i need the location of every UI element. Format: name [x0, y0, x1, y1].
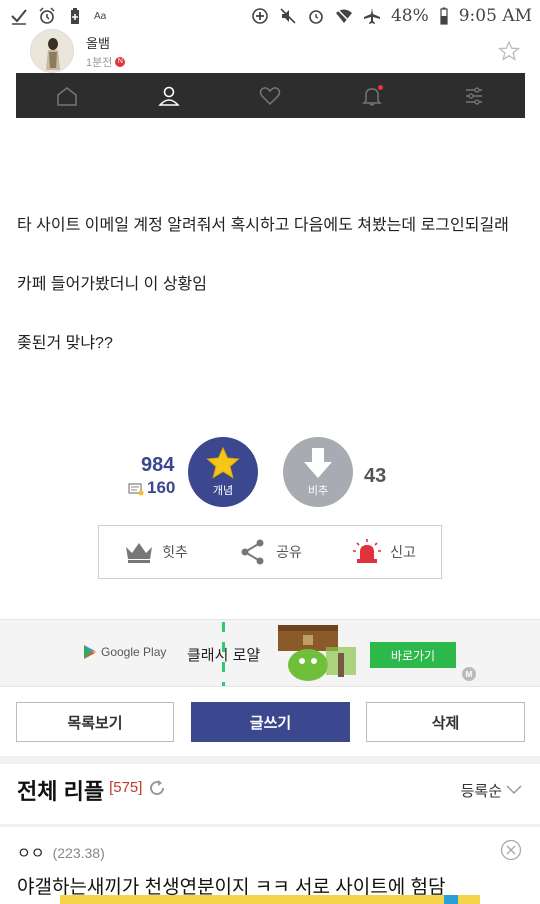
wifi-off-icon: [335, 7, 353, 25]
section-divider: [0, 756, 540, 764]
list-button[interactable]: 목록보기: [16, 702, 174, 742]
write-button[interactable]: 글쓰기: [191, 702, 350, 742]
delete-button[interactable]: 삭제: [366, 702, 525, 742]
google-play-icon: [84, 645, 97, 659]
post-actions: 힛추 공유 신고: [98, 525, 442, 579]
close-icon[interactable]: [500, 839, 522, 861]
share-icon: [241, 539, 264, 565]
avatar[interactable]: [30, 29, 74, 73]
post-time-label: 1분전: [86, 56, 113, 69]
reply-count: [575]: [109, 778, 143, 796]
upvote-label: 개념: [212, 485, 234, 497]
home-icon[interactable]: [55, 84, 79, 108]
post-paragraph: 좆된거 맞냐??: [17, 335, 113, 352]
hit-button[interactable]: 힛추: [124, 539, 188, 565]
alarm-icon: [38, 7, 56, 25]
ad-mark-icon[interactable]: M: [462, 667, 476, 681]
google-play-label: Google Play: [101, 645, 167, 659]
section-divider: [0, 824, 540, 827]
siren-icon: [353, 539, 382, 563]
notification-dot: [378, 84, 384, 90]
heart-icon[interactable]: [258, 84, 282, 108]
ad-info-icon[interactable]: [444, 895, 458, 904]
author-name[interactable]: 올뱀: [86, 33, 125, 52]
author-row: 올뱀 1분전 N: [30, 29, 520, 73]
refresh-icon[interactable]: [148, 779, 166, 797]
ad-game-art: [268, 623, 364, 685]
nav-bar: [16, 73, 525, 118]
post-body: 타 사이트 이메일 계정 알려줘서 혹시하고 다음에도 쳐봤는데 로그인되길래 …: [17, 213, 527, 390]
upvote-button[interactable]: 개념: [188, 437, 258, 507]
downvote-button[interactable]: 비추: [283, 437, 353, 507]
post-paragraph: 카페 들어가봤더니 이 상황임: [17, 276, 207, 293]
comment-meta: ㅇㅇ (223.38): [17, 842, 105, 863]
user-icon[interactable]: [157, 84, 181, 108]
report-label: 신고: [390, 544, 416, 560]
share-label: 공유: [276, 544, 302, 560]
comment-count: 160: [128, 478, 175, 498]
status-bar: Aa 48% 9:05 AM: [0, 0, 540, 32]
report-button[interactable]: 신고: [352, 539, 416, 565]
downvote-label: 비추: [307, 485, 329, 497]
vote-area: 984 160 개념 비추 43: [0, 437, 540, 509]
arrow-down-icon: [304, 448, 332, 478]
sort-dropdown[interactable]: 등록순: [461, 780, 522, 801]
downvote-count: 43: [364, 465, 387, 487]
post-button-row: 목록보기 글쓰기 삭제: [16, 702, 525, 742]
share-button[interactable]: 공유: [238, 539, 302, 565]
chevron-down-icon: [506, 785, 522, 795]
reply-header: 전체 리플 [575] 등록순: [17, 772, 522, 808]
comment-author: ㅇㅇ: [17, 845, 45, 862]
crown-icon: [126, 543, 153, 563]
alarm-clock-icon: [307, 7, 325, 25]
bell-icon[interactable]: [360, 84, 384, 108]
comment-icon: [128, 481, 144, 496]
ad-cta-button[interactable]: 바로가기: [370, 642, 456, 668]
sort-label: 등록순: [460, 782, 502, 800]
mute-icon: [279, 7, 297, 25]
hit-label: 힛추: [162, 544, 188, 560]
upvote-count: 984: [141, 454, 175, 476]
comment-ip: (223.38): [52, 844, 105, 861]
battery-plus-icon: [66, 7, 84, 25]
battery-icon: [439, 7, 449, 25]
reply-title: 전체 리플: [17, 779, 105, 804]
airplane-icon: [363, 7, 381, 25]
star-icon: [206, 446, 240, 479]
data-saver-icon: [251, 7, 269, 25]
settings-sliders-icon[interactable]: [462, 84, 486, 108]
check-icon: [10, 7, 28, 25]
post-paragraph: 타 사이트 이메일 계정 알려줘서 혹시하고 다음에도 쳐봤는데 로그인되길래: [17, 217, 509, 234]
ad-divider: [222, 622, 225, 686]
battery-percent: 48%: [390, 6, 429, 26]
clock: 9:05 AM: [458, 6, 532, 26]
font-size-label: Aa: [94, 10, 107, 22]
bottom-ad-strip[interactable]: [60, 895, 480, 904]
comment-count-value: 160: [147, 478, 176, 497]
post-time: 1분전 N: [86, 54, 126, 70]
ad-banner[interactable]: Google Play 클래시 로얄 바로가기 M: [0, 619, 540, 687]
star-icon[interactable]: [498, 40, 520, 62]
google-play-badge: Google Play: [83, 644, 166, 660]
new-badge: N: [115, 56, 126, 67]
